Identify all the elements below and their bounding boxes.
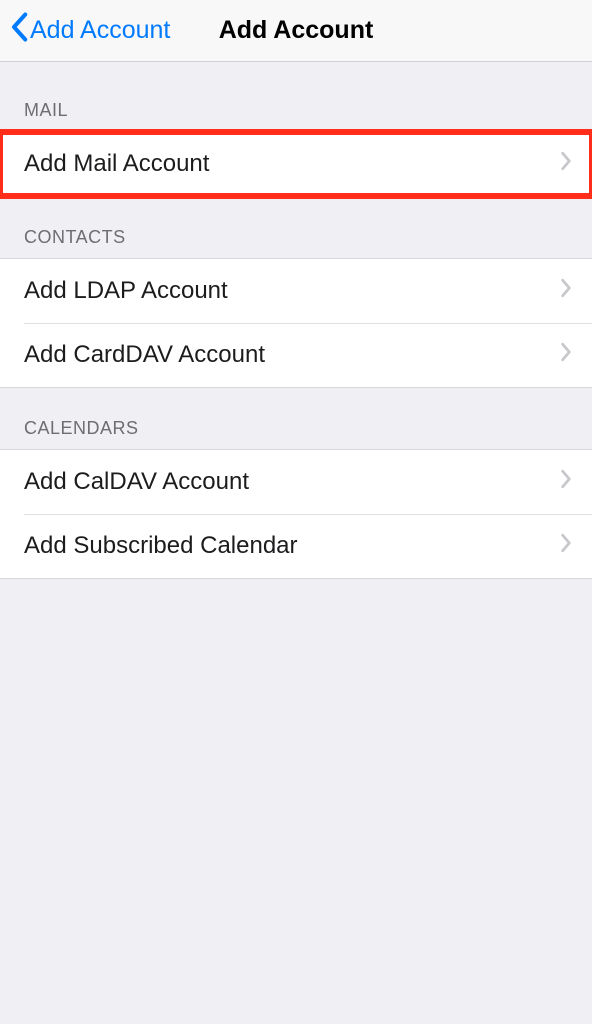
group-contacts: Add LDAP Account Add CardDAV Account: [0, 258, 592, 388]
row-add-mail-account[interactable]: Add Mail Account: [0, 132, 592, 196]
group-calendars: Add CalDAV Account Add Subscribed Calend…: [0, 449, 592, 579]
row-add-caldav-account[interactable]: Add CalDAV Account: [0, 450, 592, 514]
section-header-contacts: CONTACTS: [0, 197, 592, 258]
row-label: Add CardDAV Account: [24, 341, 265, 369]
row-add-subscribed-calendar[interactable]: Add Subscribed Calendar: [0, 514, 592, 578]
row-add-ldap-account[interactable]: Add LDAP Account: [0, 259, 592, 323]
chevron-right-icon: [560, 468, 572, 496]
row-label: Add LDAP Account: [24, 277, 228, 305]
chevron-right-icon: [560, 277, 572, 305]
chevron-left-icon: [10, 12, 30, 49]
content: MAIL Add Mail Account CONTACTS Add LDAP …: [0, 62, 592, 579]
row-label: Add Subscribed Calendar: [24, 532, 298, 560]
row-label: Add CalDAV Account: [24, 468, 249, 496]
group-mail: Add Mail Account: [0, 131, 592, 197]
row-add-carddav-account[interactable]: Add CardDAV Account: [0, 323, 592, 387]
chevron-right-icon: [560, 341, 572, 369]
row-label: Add Mail Account: [24, 150, 209, 178]
back-button[interactable]: Add Account: [0, 12, 170, 49]
navigation-bar: Add Account Add Account: [0, 0, 592, 62]
back-label: Add Account: [30, 16, 170, 45]
chevron-right-icon: [560, 150, 572, 178]
chevron-right-icon: [560, 532, 572, 560]
section-header-calendars: CALENDARS: [0, 388, 592, 449]
section-header-mail: MAIL: [0, 62, 592, 131]
